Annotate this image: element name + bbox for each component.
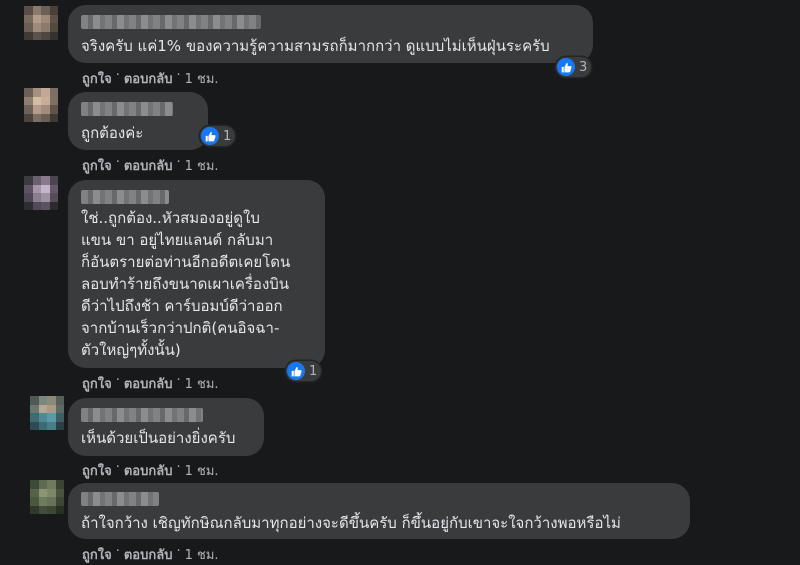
comment-text: ถ้าใจกว้าง เชิญทักษิณกลับมาทุกอย่างจะดีข…: [81, 514, 621, 532]
author-name[interactable]: [81, 492, 159, 506]
separator: ·: [176, 544, 181, 559]
timestamp[interactable]: 1 ชม.: [185, 155, 219, 176]
comment-actions: ถูกใจ · ตอบกลับ · 1 ชม.: [82, 544, 219, 565]
like-link[interactable]: ถูกใจ: [82, 373, 112, 394]
comment-bubble: ถ้าใจกว้าง เชิญทักษิณกลับมาทุกอย่างจะดีข…: [68, 483, 690, 539]
comment-text: ใช่..ถูกต้อง..หัวสมองอยู่ดูใบ แขน ขา อยู…: [81, 209, 291, 359]
separator: ·: [176, 373, 181, 388]
comment-actions: ถูกใจ · ตอบกลับ · 1 ชม.: [82, 373, 219, 394]
separator: ·: [115, 544, 120, 559]
reaction-count[interactable]: 1: [286, 361, 322, 381]
like-link[interactable]: ถูกใจ: [82, 155, 112, 176]
reply-link[interactable]: ตอบกลับ: [124, 68, 173, 89]
timestamp[interactable]: 1 ชม.: [185, 68, 219, 89]
author-name[interactable]: [81, 408, 203, 422]
like-thumbs-up-icon: [201, 127, 219, 145]
comments-thread: จริงครับ แค่1% ของความรู้ความสามรถก็มากก…: [0, 0, 800, 565]
reply-link[interactable]: ตอบกลับ: [124, 155, 173, 176]
author-name[interactable]: [81, 15, 261, 29]
reply-link[interactable]: ตอบกลับ: [124, 460, 173, 481]
separator: ·: [176, 460, 181, 475]
reply-link[interactable]: ตอบกลับ: [124, 544, 173, 565]
comment-actions: ถูกใจ · ตอบกลับ · 1 ชม.: [82, 460, 219, 481]
like-thumbs-up-icon: [557, 58, 575, 76]
comment-text: ถูกต้องค่ะ: [81, 124, 144, 142]
timestamp[interactable]: 1 ชม.: [185, 373, 219, 394]
timestamp[interactable]: 1 ชม.: [185, 460, 219, 481]
separator: ·: [176, 68, 181, 83]
reply-link[interactable]: ตอบกลับ: [124, 373, 173, 394]
avatar[interactable]: [24, 88, 58, 122]
reaction-number: 1: [309, 363, 318, 379]
comment-text: เห็นด้วยเป็นอย่างยิ่งครับ: [81, 429, 236, 447]
comment-actions: ถูกใจ · ตอบกลับ · 1 ชม.: [82, 155, 219, 176]
separator: ·: [115, 373, 120, 388]
like-link[interactable]: ถูกใจ: [82, 544, 112, 565]
avatar[interactable]: [30, 396, 64, 430]
comment-bubble: ใช่..ถูกต้อง..หัวสมองอยู่ดูใบ แขน ขา อยู…: [68, 180, 325, 368]
separator: ·: [115, 460, 120, 475]
avatar[interactable]: [30, 480, 64, 514]
separator: ·: [115, 68, 120, 83]
comment-bubble: เห็นด้วยเป็นอย่างยิ่งครับ: [68, 398, 264, 456]
avatar[interactable]: [24, 6, 58, 40]
author-name[interactable]: [81, 102, 173, 116]
comment-text: จริงครับ แค่1% ของความรู้ความสามรถก็มากก…: [81, 37, 550, 55]
reaction-count[interactable]: 3: [556, 57, 592, 77]
timestamp[interactable]: 1 ชม.: [185, 544, 219, 565]
reaction-number: 3: [579, 59, 588, 75]
like-link[interactable]: ถูกใจ: [82, 460, 112, 481]
separator: ·: [176, 155, 181, 170]
comment-bubble: ถูกต้องค่ะ: [68, 92, 208, 150]
separator: ·: [115, 155, 120, 170]
reaction-number: 1: [223, 128, 232, 144]
avatar[interactable]: [24, 176, 58, 210]
like-link[interactable]: ถูกใจ: [82, 68, 112, 89]
reaction-count[interactable]: 1: [200, 126, 236, 146]
comment-bubble: จริงครับ แค่1% ของความรู้ความสามรถก็มากก…: [68, 5, 593, 63]
comment-actions: ถูกใจ · ตอบกลับ · 1 ชม.: [82, 68, 219, 89]
author-name[interactable]: [81, 190, 169, 204]
like-thumbs-up-icon: [287, 362, 305, 380]
